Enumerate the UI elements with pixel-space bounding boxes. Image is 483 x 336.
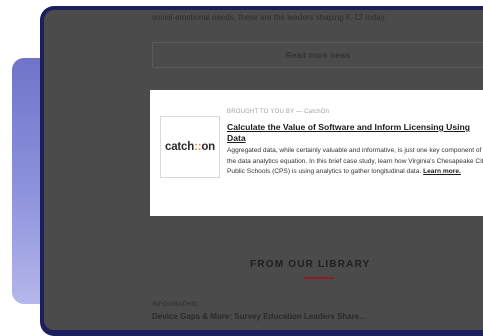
library-item-title[interactable]: Device Gaps & More: Survey Education Lea… [152,312,366,321]
library-heading: FROM OUR LIBRARY [250,259,371,270]
page-screen: social-emotional needs, these are the le… [44,10,483,330]
learn-more-link[interactable]: Learn more. [423,168,461,175]
read-more-label: Read more news [285,50,351,60]
sponsored-description: Aggregated data, while certainly valuabl… [227,146,483,178]
news-summary-text: social-emotional needs, these are the le… [152,13,387,22]
catchon-logo-text: catch::on [165,141,215,153]
read-more-news-button[interactable]: Read more news [152,42,483,68]
library-category-label: INFOGRAPHIC [152,301,199,308]
sponsor-logo[interactable]: catch::on [160,116,220,178]
sponsored-title-link[interactable]: Calculate the Value of Software and Info… [227,122,483,144]
sponsored-content-card: catch::on BROUGHT TO YOU BY — CatchOn Ca… [150,90,483,216]
brought-to-you-by-label: BROUGHT TO YOU BY — CatchOn [227,109,330,115]
heading-underline [304,277,334,279]
